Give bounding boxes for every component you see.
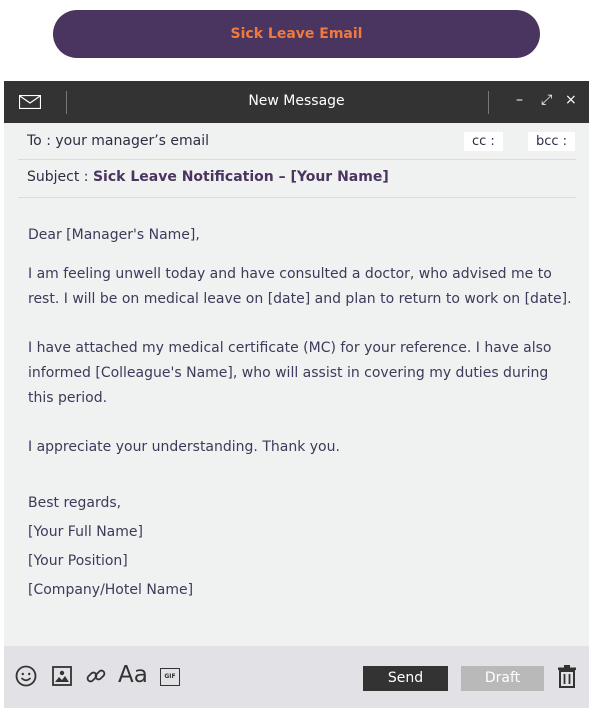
font-icon[interactable]: Aa xyxy=(118,662,148,688)
subject-value: Sick Leave Notification – [Your Name] xyxy=(92,169,389,185)
to-field[interactable]: To : your manager’s email xyxy=(27,133,209,149)
header-banner: Sick Leave Email xyxy=(53,10,540,58)
bcc-button[interactable]: bcc : xyxy=(528,132,576,151)
subject-label: Subject : xyxy=(27,169,89,185)
paragraph-3: I appreciate your understanding. Thank y… xyxy=(28,439,340,455)
draft-button[interactable]: Draft xyxy=(461,666,544,691)
closing: Best regards, xyxy=(28,495,122,511)
subject-row[interactable]: Subject : Sick Leave Notification – [You… xyxy=(18,159,576,198)
expand-icon[interactable]: ⤢ xyxy=(541,92,552,108)
banner-title: Sick Leave Email xyxy=(230,26,363,42)
minimize-icon[interactable]: – xyxy=(516,92,523,108)
compose-toolbar: Aa GIF Send Draft xyxy=(4,646,589,708)
greeting: Dear [Manager's Name], xyxy=(28,227,200,243)
signature-position: [Your Position] xyxy=(28,553,128,569)
to-label: To : xyxy=(27,133,51,149)
send-button[interactable]: Send xyxy=(363,666,448,691)
trash-icon[interactable] xyxy=(557,664,577,688)
compose-window: New Message – ⤢ × To : your manager’s em… xyxy=(4,81,589,708)
close-icon[interactable]: × xyxy=(565,92,577,108)
window-title: New Message xyxy=(248,93,345,109)
subject-field[interactable]: Subject : Sick Leave Notification – [You… xyxy=(27,169,389,185)
paragraph-2: I have attached my medical certificate (… xyxy=(28,340,552,406)
signature-name: [Your Full Name] xyxy=(28,524,143,540)
to-row[interactable]: To : your manager’s email cc : bcc : xyxy=(18,123,576,160)
to-value: your manager’s email xyxy=(55,133,210,149)
gif-icon[interactable]: GIF xyxy=(160,668,180,686)
link-icon[interactable] xyxy=(85,665,107,687)
emoji-icon[interactable] xyxy=(15,665,37,687)
divider xyxy=(488,91,489,114)
image-icon[interactable] xyxy=(51,665,73,687)
title-bar: New Message – ⤢ × xyxy=(4,81,589,123)
signature-company: [Company/Hotel Name] xyxy=(28,582,194,598)
paragraph-1: I am feeling unwell today and have consu… xyxy=(28,266,572,307)
cc-button[interactable]: cc : xyxy=(464,132,503,151)
message-body[interactable]: Dear [Manager's Name], I am feeling unwe… xyxy=(28,223,573,605)
